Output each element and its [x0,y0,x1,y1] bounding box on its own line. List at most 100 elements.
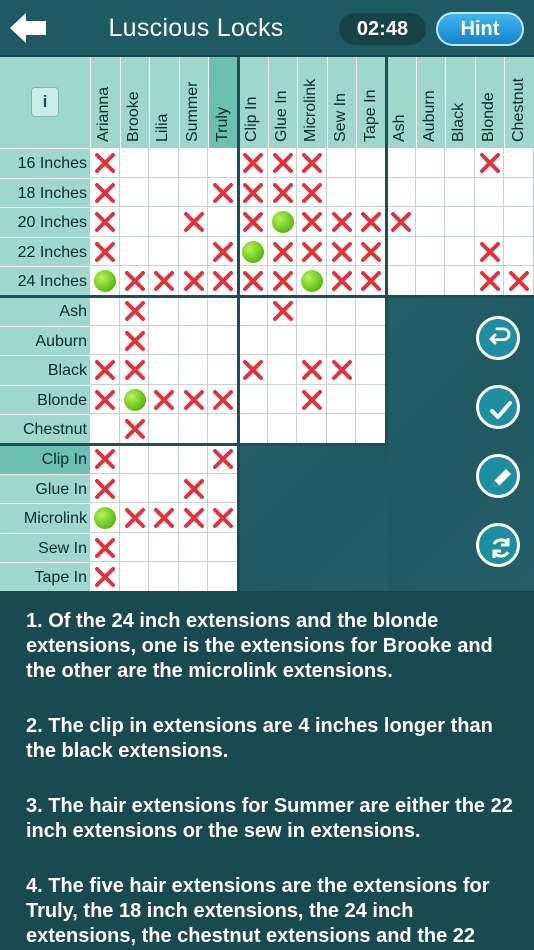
grid-cell[interactable] [119,444,150,474]
row-header[interactable]: Sew In [0,532,90,563]
grid-cell[interactable] [238,296,268,326]
grid-cell[interactable] [326,325,357,356]
grid-cell[interactable] [504,148,534,178]
row-header[interactable]: Blonde [0,384,90,415]
grid-cell[interactable] [149,177,179,208]
grid-cell[interactable] [267,325,298,356]
check-button[interactable] [476,385,520,429]
row-header[interactable]: Black [0,355,90,385]
grid-cell[interactable] [119,148,150,178]
row-header[interactable]: 22 Inches [0,236,90,267]
column-header[interactable]: Tape In [356,57,386,148]
grid-cell[interactable] [178,177,209,208]
hint-button[interactable]: Hint [436,12,524,46]
grid-cell[interactable] [178,325,209,356]
row-header[interactable]: Clip In [0,444,90,474]
row-header[interactable]: Microlink [0,503,90,533]
grid-cell[interactable] [356,296,386,326]
grid-cell[interactable] [149,532,179,563]
grid-cell[interactable] [386,148,416,178]
grid-cell[interactable] [178,148,209,178]
row-header[interactable]: 18 Inches [0,177,90,208]
grid-cell[interactable] [208,325,238,356]
grid-cell[interactable] [149,444,179,474]
grid-cell[interactable] [149,148,179,178]
grid-cell[interactable] [415,236,446,267]
grid-cell[interactable] [326,414,357,444]
grid-cell[interactable] [238,325,268,356]
grid-cell[interactable] [445,207,475,237]
grid-cell[interactable] [90,296,120,326]
grid-cell[interactable] [267,355,298,385]
grid-cell[interactable] [504,236,534,267]
row-header[interactable]: Ash [0,296,90,326]
grid-cell[interactable] [178,296,209,326]
grid-cell[interactable] [504,207,534,237]
grid-cell[interactable] [445,266,475,296]
grid-cell[interactable] [149,562,179,592]
grid-cell[interactable] [178,236,209,267]
column-header[interactable]: Clip In [238,57,268,148]
grid-cell[interactable] [208,296,238,326]
column-header[interactable]: Lilia [149,57,179,148]
row-header[interactable]: Glue In [0,473,90,504]
pencil-button[interactable] [476,454,520,498]
grid-cell[interactable] [208,355,238,385]
grid-cell[interactable] [326,177,357,208]
grid-cell[interactable] [386,266,416,296]
column-header[interactable]: Arianna [90,57,120,148]
grid-cell[interactable] [119,473,150,504]
column-header[interactable]: Summer [178,57,209,148]
info-icon[interactable]: i [31,87,59,117]
grid-cell[interactable] [149,355,179,385]
grid-cell[interactable] [119,236,150,267]
grid-cell[interactable] [238,414,268,444]
grid-cell[interactable] [208,562,238,592]
grid-cell[interactable] [178,355,209,385]
grid-cell[interactable] [326,296,357,326]
grid-cell[interactable] [208,473,238,504]
column-header[interactable]: Black [445,57,475,148]
column-header[interactable]: Auburn [415,57,446,148]
grid-cell[interactable] [149,296,179,326]
grid-cell[interactable] [267,414,298,444]
undo-button[interactable] [476,316,520,360]
grid-cell[interactable] [149,414,179,444]
grid-cell[interactable] [356,384,386,415]
grid-cell[interactable] [386,236,416,267]
grid-cell[interactable] [297,414,327,444]
grid-cell[interactable] [445,236,475,267]
grid-cell[interactable] [149,325,179,356]
grid-cell[interactable] [297,325,327,356]
column-header[interactable]: Blonde [474,57,505,148]
grid-cell[interactable] [90,414,120,444]
grid-cell[interactable] [149,207,179,237]
grid-cell[interactable] [119,562,150,592]
grid-cell[interactable] [356,414,386,444]
column-header[interactable]: Truly [208,57,238,148]
column-header[interactable]: Glue In [267,57,298,148]
grid-cell[interactable] [208,207,238,237]
grid-cell[interactable] [238,384,268,415]
grid-cell[interactable] [119,207,150,237]
grid-cell[interactable] [474,207,505,237]
grid-cell[interactable] [178,532,209,563]
grid-cell[interactable] [474,177,505,208]
grid-cell[interactable] [415,266,446,296]
row-header[interactable]: Auburn [0,325,90,356]
grid-cell[interactable] [149,236,179,267]
refresh-button[interactable] [476,523,520,567]
grid-cell[interactable] [445,177,475,208]
row-header[interactable]: 20 Inches [0,207,90,237]
grid-cell[interactable] [504,177,534,208]
column-header[interactable]: Brooke [119,57,150,148]
grid-cell[interactable] [119,532,150,563]
grid-cell[interactable] [326,384,357,415]
grid-cell[interactable] [445,148,475,178]
grid-cell[interactable] [415,207,446,237]
grid-cell[interactable] [149,473,179,504]
column-header[interactable]: Sew In [326,57,357,148]
grid-cell[interactable] [208,532,238,563]
grid-cell[interactable] [208,148,238,178]
grid-cell[interactable] [356,148,386,178]
